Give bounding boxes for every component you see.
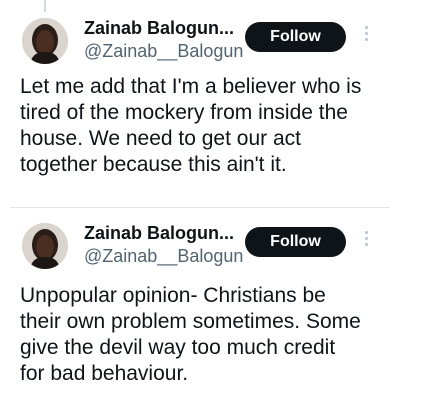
avatar-photo — [22, 18, 68, 64]
avatar[interactable] — [22, 223, 68, 269]
thread-connector-line — [44, 0, 46, 12]
author-name[interactable]: Zainab Balogun... — [84, 223, 234, 244]
follow-button[interactable]: Follow — [245, 22, 346, 52]
divider — [10, 207, 390, 208]
tweet-text: Unpopular opinion- Christians be their o… — [20, 284, 361, 385]
author-name[interactable]: Zainab Balogun... — [84, 18, 234, 39]
more-vertical-icon[interactable] — [360, 26, 372, 48]
author-handle[interactable]: @Zainab__Balogun — [84, 246, 243, 267]
follow-button[interactable]: Follow — [245, 227, 346, 257]
avatar[interactable] — [22, 18, 68, 64]
more-vertical-icon[interactable] — [360, 231, 372, 253]
tweet-feed: Zainab Balogun... @Zainab__Balogun Follo… — [0, 0, 435, 406]
avatar-photo — [22, 223, 68, 269]
tweet-text: Let me add that I'm a believer who is ti… — [20, 75, 362, 176]
author-handle[interactable]: @Zainab__Balogun — [84, 41, 243, 62]
